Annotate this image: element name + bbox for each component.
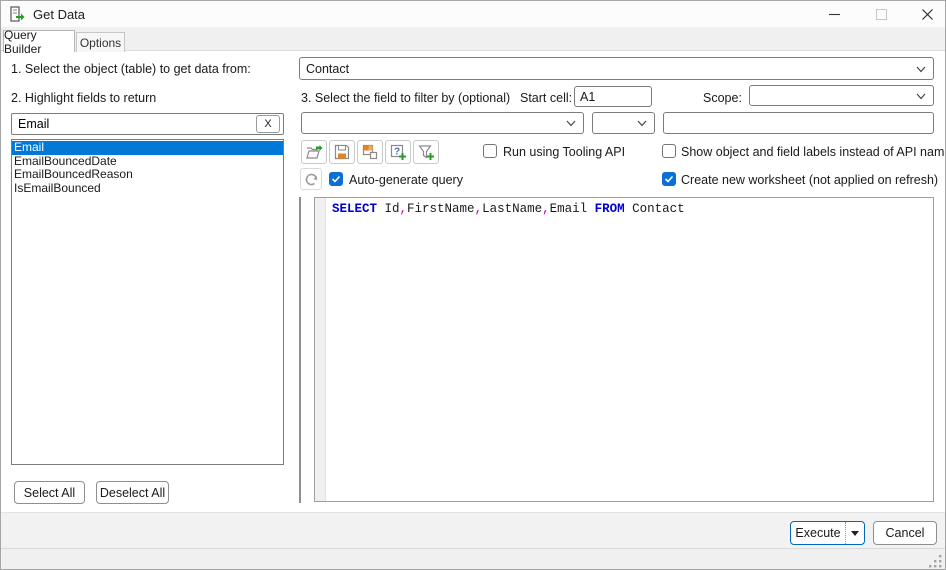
scope-label: Scope: (703, 91, 742, 105)
field-list-item[interactable]: EmailBouncedDate (12, 155, 283, 169)
sql-token: Id (377, 202, 400, 216)
sql-token: FROM (595, 202, 625, 216)
window-title: Get Data (33, 7, 85, 22)
tab-options[interactable]: Options (76, 32, 125, 52)
step1-label: 1. Select the object (table) to get data… (11, 62, 251, 76)
checkmark-icon (331, 174, 341, 184)
deselect-all-button[interactable]: Deselect All (96, 481, 169, 504)
checkmark-icon (664, 174, 674, 184)
refresh-query-button[interactable] (300, 168, 322, 190)
chevron-down-icon (565, 117, 577, 129)
chevron-down-icon (915, 90, 927, 102)
close-button[interactable] (911, 1, 943, 27)
add-filter-button[interactable] (413, 140, 439, 164)
sql-line: SELECT Id,FirstName,LastName,Email FROM … (332, 202, 685, 216)
footer-bar: Execute Cancel (1, 512, 945, 548)
auto-generate-label: Auto-generate query (349, 173, 463, 187)
send-to-worksheet-button[interactable] (357, 140, 383, 164)
chevron-down-icon (915, 63, 927, 75)
sql-token: SELECT (332, 202, 377, 216)
minimize-icon (829, 9, 840, 20)
new-worksheet-checkbox[interactable] (662, 172, 676, 186)
app-export-icon (9, 6, 25, 22)
sql-token: Contact (625, 202, 685, 216)
panel-splitter[interactable] (299, 197, 301, 503)
add-subquery-icon: ? (390, 144, 406, 160)
clear-search-button[interactable]: X (256, 115, 280, 133)
object-select[interactable]: Contact (299, 57, 934, 80)
sql-token: , (542, 202, 550, 216)
filter-funnel-icon (418, 144, 434, 160)
sql-token: , (475, 202, 483, 216)
minimize-button[interactable] (818, 1, 850, 27)
tab-strip: Query Builder Options (1, 27, 945, 51)
execute-split-button: Execute (790, 521, 865, 545)
get-data-dialog: Get Data Query Builder Options 1. Select… (0, 0, 946, 570)
sql-token: , (400, 202, 408, 216)
auto-generate-checkbox[interactable] (329, 172, 343, 186)
dropdown-arrow-icon (851, 531, 859, 536)
save-query-button[interactable] (329, 140, 355, 164)
show-labels-checkbox[interactable] (662, 144, 676, 158)
sql-editor-gutter (315, 198, 326, 501)
start-cell-input[interactable] (574, 86, 652, 107)
filter-field-select[interactable] (301, 112, 584, 134)
filter-operator-select[interactable] (592, 112, 655, 134)
status-bar (1, 548, 945, 570)
step2-label: 2. Highlight fields to return (11, 91, 156, 105)
title-bar: Get Data (1, 1, 945, 27)
close-icon (922, 9, 933, 20)
sql-token (587, 202, 595, 216)
field-search: X (11, 113, 284, 135)
maximize-icon (876, 9, 887, 20)
start-cell-label: Start cell: (520, 91, 572, 105)
open-query-button[interactable] (301, 140, 327, 164)
filter-value-input[interactable] (663, 112, 934, 134)
run-tooling-api-label: Run using Tooling API (503, 145, 625, 159)
field-search-input[interactable] (12, 117, 256, 131)
maximize-button[interactable] (865, 1, 897, 27)
execute-dropdown-button[interactable] (845, 522, 864, 544)
tab-query-builder[interactable]: Query Builder (3, 30, 75, 52)
step3-label: 3. Select the field to filter by (option… (301, 91, 510, 105)
resize-grip[interactable] (929, 555, 942, 568)
add-subquery-button[interactable]: ? (385, 140, 411, 164)
object-select-value: Contact (306, 62, 915, 76)
field-list[interactable]: EmailEmailBouncedDateEmailBouncedReasonI… (11, 139, 284, 465)
sql-token: FirstName (407, 202, 475, 216)
worksheet-icon (362, 144, 378, 160)
field-list-item[interactable]: IsEmailBounced (12, 182, 283, 196)
execute-button[interactable]: Execute (791, 522, 845, 544)
new-worksheet-label: Create new worksheet (not applied on ref… (681, 173, 938, 187)
select-all-button[interactable]: Select All (14, 481, 85, 504)
sql-token: LastName (482, 202, 542, 216)
sql-token: Email (550, 202, 588, 216)
chevron-down-icon (636, 117, 648, 129)
field-list-item[interactable]: Email (12, 141, 283, 155)
refresh-icon (304, 172, 319, 187)
scope-select[interactable] (749, 85, 934, 106)
run-tooling-api-checkbox[interactable] (483, 144, 497, 158)
cancel-button[interactable]: Cancel (873, 521, 937, 545)
open-folder-icon (306, 145, 323, 160)
save-floppy-icon (334, 144, 350, 160)
sql-editor[interactable]: SELECT Id,FirstName,LastName,Email FROM … (314, 197, 934, 502)
show-labels-label: Show object and field labels instead of … (681, 145, 946, 159)
field-list-item[interactable]: EmailBouncedReason (12, 168, 283, 182)
